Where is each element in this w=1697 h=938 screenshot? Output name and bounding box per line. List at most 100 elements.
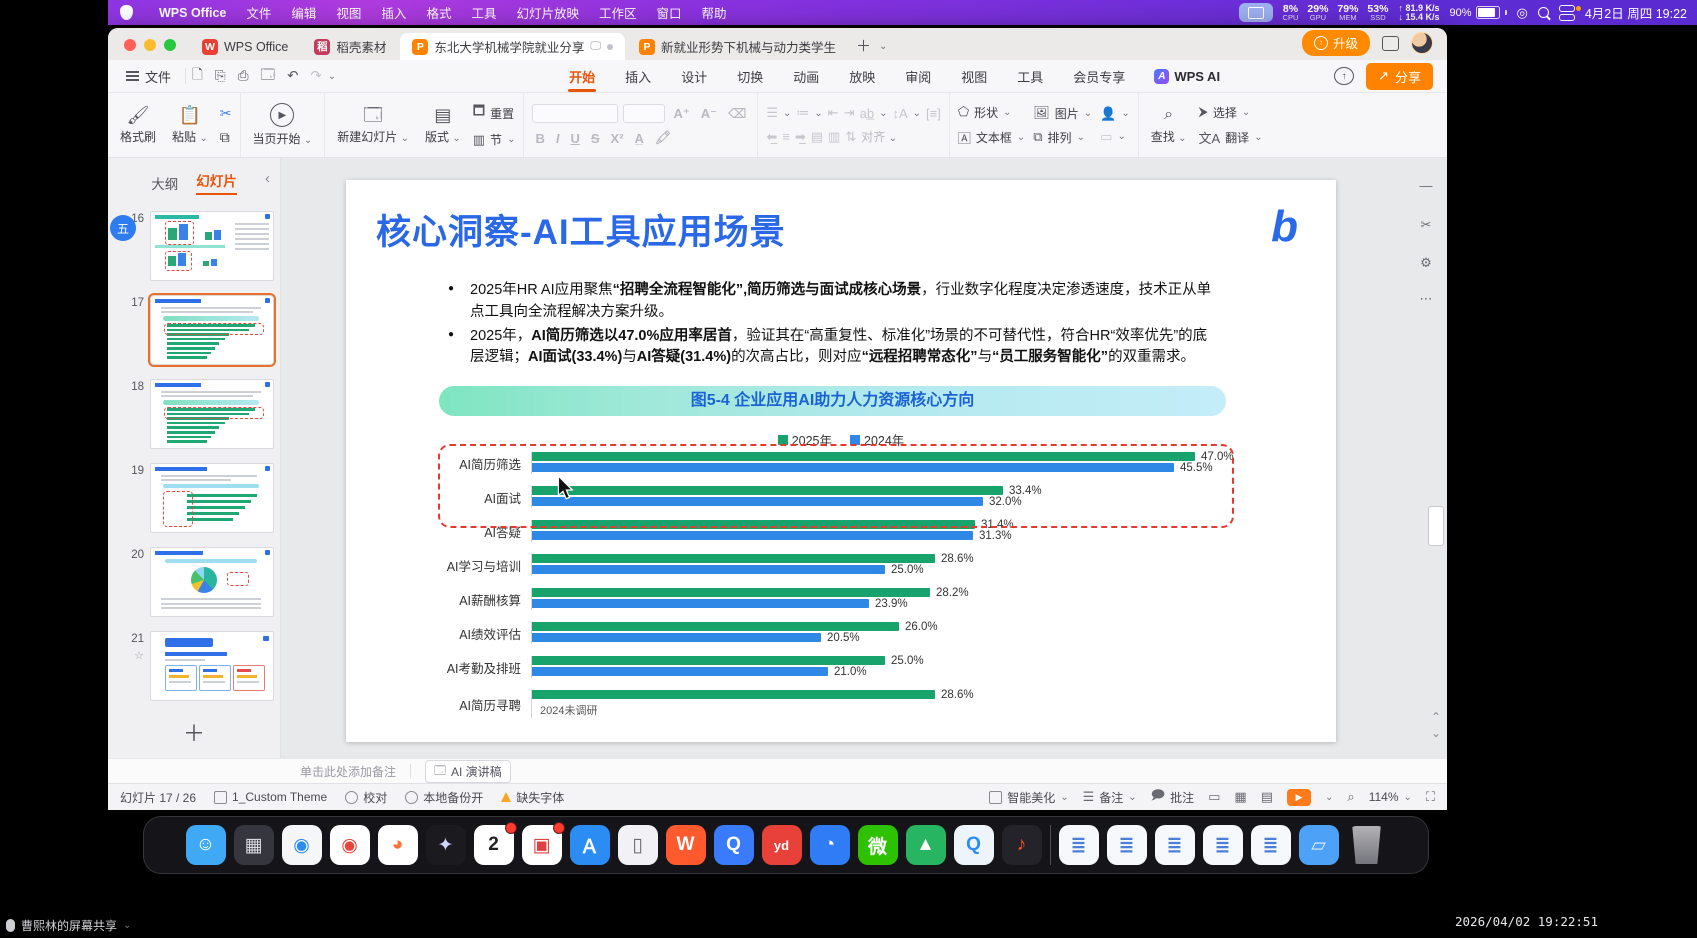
font-name-select[interactable] — [532, 104, 618, 123]
cloud-upload-icon[interactable]: ↑ — [1334, 67, 1354, 85]
reset-button[interactable]: 🗖重置 — [473, 102, 516, 124]
arrange-button[interactable]: ⧉排列 ⌄ — [1033, 129, 1092, 146]
output-button[interactable]: ⎘ — [209, 68, 232, 84]
menubar-menu-4[interactable]: 格式 — [416, 3, 461, 22]
align-center-icon[interactable]: ≡ — [782, 129, 790, 144]
file-menu-button[interactable]: 文件 — [108, 67, 185, 86]
zoom-level[interactable]: 114% ⌄ — [1369, 790, 1412, 804]
proofing-button[interactable]: 校对 — [345, 789, 387, 806]
notes-placeholder[interactable]: 单击此处添加备注 — [300, 763, 396, 780]
strikethrough-button[interactable]: S — [588, 131, 603, 146]
slide-thumbnail-20[interactable] — [150, 547, 274, 617]
dock-qq[interactable]: Q — [954, 825, 994, 865]
dock-document-2[interactable]: ≣ — [1107, 825, 1147, 865]
dock-iphone-mirroring[interactable]: ▯ — [618, 825, 658, 865]
slideshow-play-button[interactable]: ▶ — [1287, 789, 1311, 806]
indent-icon[interactable]: ⇥ — [844, 105, 855, 121]
dock-document-5[interactable]: ≣ — [1251, 825, 1291, 865]
superscript-button[interactable]: X² — [608, 131, 627, 146]
ribbon-tab-5[interactable]: 放映 — [836, 63, 888, 90]
select-button[interactable]: ⮞选择 ⌄ — [1199, 104, 1263, 121]
dock-youdao-dict[interactable]: yd — [762, 825, 802, 865]
menubar-menu-8[interactable]: 窗口 — [647, 3, 692, 22]
apple-menu-icon[interactable] — [120, 5, 133, 20]
slide-bullet-list[interactable]: 2025年HR AI应用聚焦“招聘全流程智能化”,简历筛选与面试成核心场景，行业… — [446, 280, 1214, 371]
prev-slide-chevron-icon[interactable]: ⌃ — [1431, 710, 1441, 724]
translate-button[interactable]: 文A翻译 ⌄ — [1199, 128, 1263, 147]
slide-thumbnail-21[interactable] — [150, 631, 274, 701]
menubar-app-name[interactable]: WPS Office — [149, 6, 236, 20]
shapes-button[interactable]: ⬠形状 ⌄ — [958, 104, 1025, 121]
slide-sorter-view-icon[interactable]: ▦ — [1234, 789, 1246, 805]
save-button[interactable]: 🗋 — [186, 65, 209, 88]
copy-icon[interactable]: ⧉ — [220, 129, 232, 146]
increase-font-button[interactable]: A⁺ — [670, 106, 692, 122]
next-slide-chevron-icon[interactable]: ⌄ — [1431, 726, 1441, 740]
menubar-menu-2[interactable]: 视图 — [326, 3, 371, 22]
doc-tab-3[interactable]: P 新就业形势下机械与动力类学生 — [627, 33, 848, 60]
dock-netease-music[interactable]: ♪ — [1002, 825, 1042, 865]
paste-button[interactable]: 📋 粘贴 ⌄ — [168, 105, 212, 145]
side-tool-object-settings-icon[interactable]: ⚙ — [1415, 252, 1437, 274]
chart-title-banner[interactable]: 图5-4 企业应用AI助力人力资源核心方向 — [439, 386, 1226, 416]
ribbon-tab-4[interactable]: 动画 — [780, 63, 832, 90]
side-tool-more-icon[interactable]: ⋯ — [1415, 288, 1437, 310]
columns-icon[interactable]: ▥ — [828, 129, 840, 145]
menubar-menu-5[interactable]: 工具 — [461, 3, 506, 22]
normal-view-icon[interactable]: ▭ — [1208, 789, 1220, 805]
control-center-icon[interactable] — [1559, 5, 1575, 21]
section-button[interactable]: ▥节 ⌄ — [473, 131, 516, 148]
dock-wechat[interactable]: 微 — [858, 825, 898, 865]
ribbon-tab-7[interactable]: 视图 — [948, 63, 1000, 90]
outdent-icon[interactable]: ⇤ — [828, 105, 839, 121]
slide-thumbnail-16[interactable] — [150, 211, 274, 281]
local-backup-button[interactable]: 本地备份开 — [405, 789, 483, 806]
bold-button[interactable]: B — [532, 131, 547, 146]
print-preview-button[interactable]: 🗔 — [255, 65, 282, 88]
ribbon-tab-1[interactable]: 插入 — [612, 63, 664, 90]
dock-finder[interactable]: ☺ — [186, 825, 226, 865]
missing-font-warning[interactable]: 缺失字体 — [501, 789, 564, 806]
user-avatar[interactable] — [1411, 32, 1433, 54]
dock-red-media-app[interactable]: ▣ — [522, 825, 562, 865]
tab-outline[interactable]: 大纲 — [151, 173, 178, 193]
vertical-scrollbar-thumb[interactable] — [1428, 506, 1444, 546]
ribbon-tab-9[interactable]: 会员专享 — [1060, 63, 1138, 90]
underline-button[interactable]: U — [567, 131, 582, 146]
menubar-menu-6[interactable]: 幻灯片放映 — [506, 3, 589, 22]
dock-green-app[interactable]: ▲ — [906, 825, 946, 865]
start-from-current-page-button[interactable]: ▶ 当页开始 ⌄ — [249, 103, 317, 147]
dock-app-store[interactable]: Ａ — [570, 825, 610, 865]
clear-format-button[interactable]: ⌫ — [725, 106, 749, 122]
notes-toggle-button[interactable]: ☰备注 ⌄ — [1083, 789, 1137, 806]
redo-button[interactable]: ↷ — [304, 68, 327, 84]
upgrade-button[interactable]: ↑ 升级 — [1302, 30, 1370, 56]
ribbon-tab-8[interactable]: 工具 — [1004, 63, 1056, 90]
dock-launchpad[interactable]: ▦ — [234, 825, 274, 865]
dock-folder[interactable]: ▱ — [1299, 825, 1339, 865]
text-direction-icon[interactable]: ab̲ — [860, 106, 874, 121]
align-left-icon[interactable]: ⬅̲ — [766, 129, 777, 145]
zoom-icon[interactable]: ⌕ — [1347, 789, 1354, 805]
align-objects-button[interactable]: 对齐 ⌄ — [861, 128, 897, 145]
menubar-menu-9[interactable]: 帮助 — [692, 3, 737, 22]
distribute-icon[interactable]: [≡] — [926, 106, 941, 121]
avatar-insert-button[interactable]: 👤 ⌄ — [1100, 106, 1130, 122]
dock-capcut[interactable]: ✦ — [426, 825, 466, 865]
spotlight-search-icon[interactable] — [1538, 7, 1549, 18]
dock-safari[interactable]: ◉ — [282, 825, 322, 865]
side-tool-collapse-icon[interactable]: — — [1415, 174, 1437, 196]
slide-thumbnail-19[interactable] — [150, 463, 274, 533]
theme-button[interactable]: 1_Custom Theme — [214, 790, 327, 804]
dock-document-4[interactable]: ≣ — [1203, 825, 1243, 865]
menubar-menu-1[interactable]: 编辑 — [281, 3, 326, 22]
ribbon-tab-0[interactable]: 开始 — [556, 63, 608, 90]
dock-baidu-netdisk[interactable]: ◔ — [810, 825, 850, 865]
comments-button[interactable]: 🗩批注 — [1151, 786, 1194, 808]
slide-thumbnail-17[interactable] — [150, 295, 274, 365]
numbered-list-icon[interactable]: ≔ — [796, 105, 809, 121]
italic-button[interactable]: I — [553, 131, 563, 146]
new-tab-button[interactable]: ＋ — [848, 35, 879, 60]
doc-tab-1[interactable]: 稻 稻壳素材 — [302, 33, 398, 60]
ai-script-button[interactable]: 🗔 AI 演讲稿 — [425, 760, 511, 783]
